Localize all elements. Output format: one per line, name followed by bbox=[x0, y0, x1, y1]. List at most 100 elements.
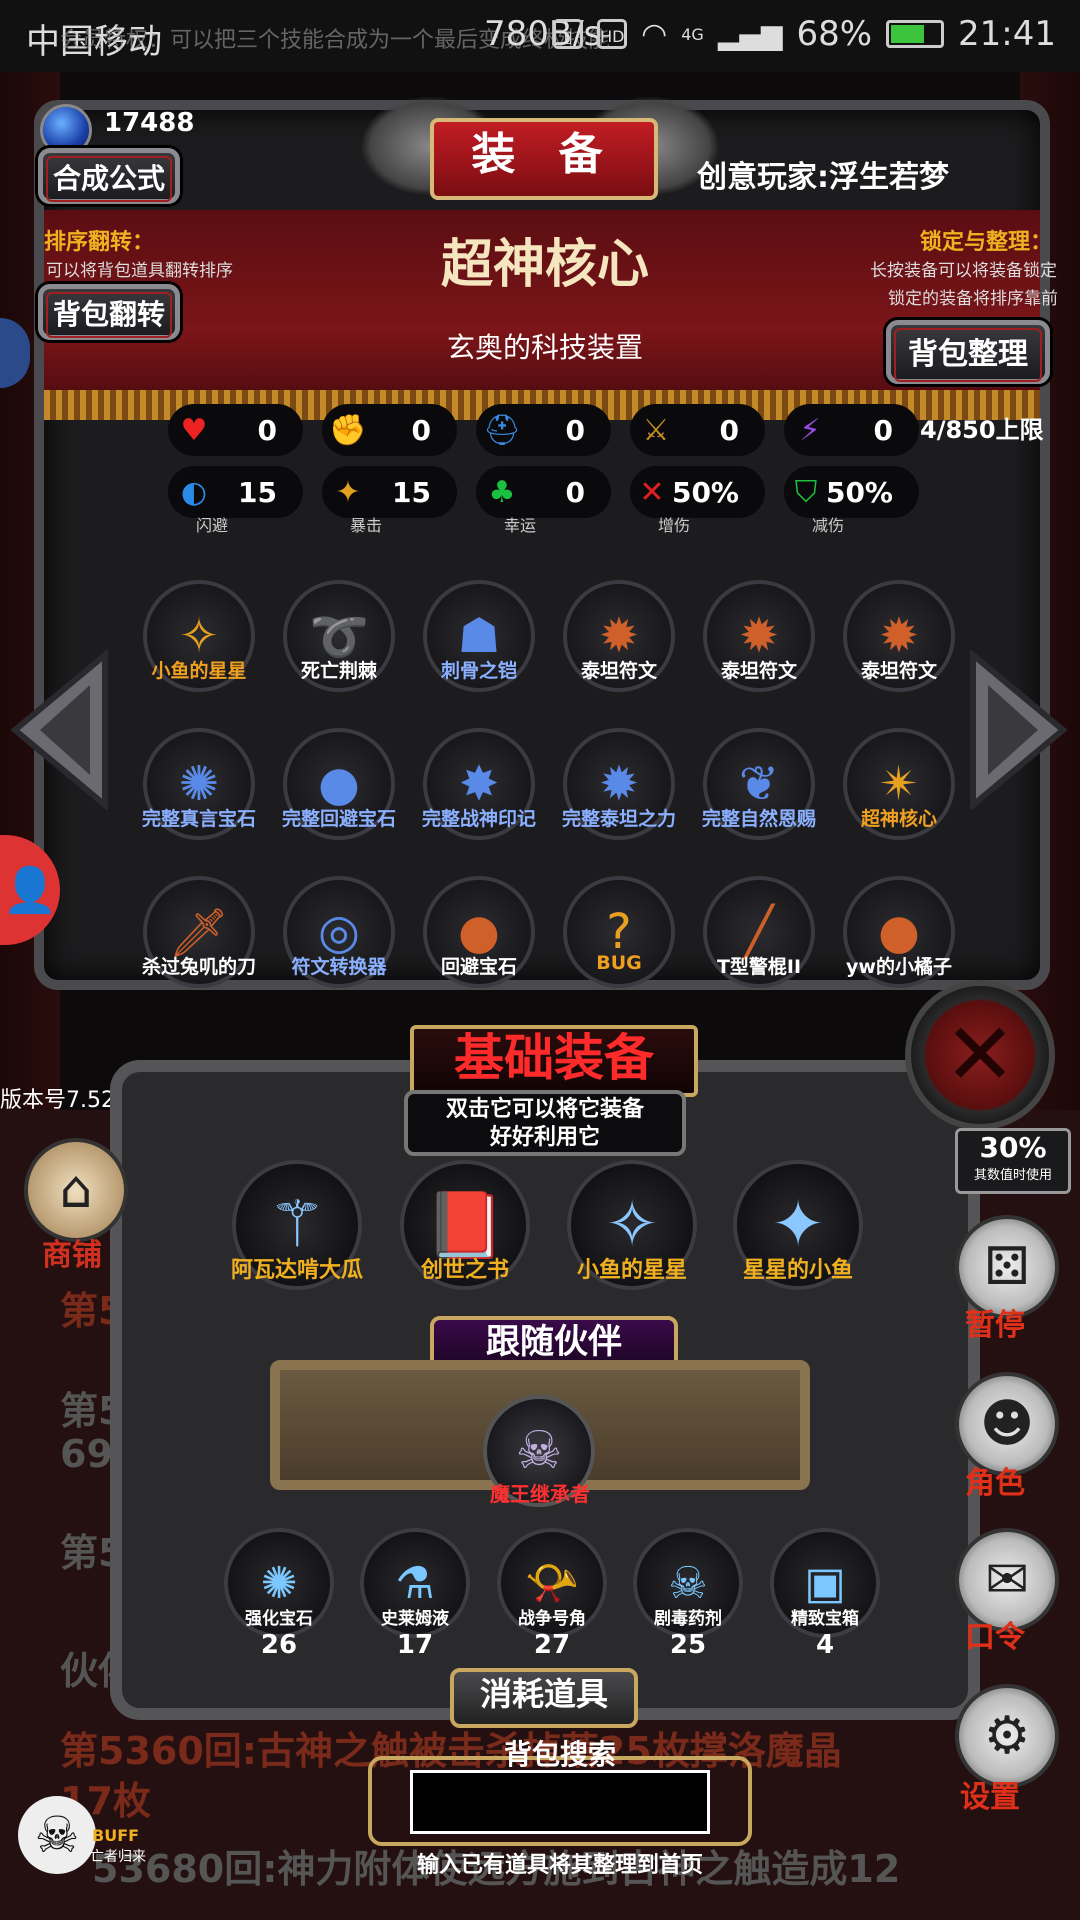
code-label: 口令 bbox=[965, 1620, 1025, 1655]
consumables-title: 消耗道具 bbox=[450, 1668, 638, 1728]
consumable-count: 26 bbox=[260, 1630, 298, 1660]
equip-label: 星星的小鱼 bbox=[742, 1258, 853, 1283]
signal-icon: ▂▄▆ bbox=[717, 17, 783, 51]
item-label: 杀过兔叽的刀 bbox=[141, 956, 256, 978]
arrow-right-icon bbox=[970, 648, 1068, 812]
speed-indicator[interactable]: 30% 其数值时使用 bbox=[955, 1128, 1071, 1194]
lock-hint-title: 锁定与整理： bbox=[920, 230, 1053, 255]
shop-button[interactable]: ⌂ bbox=[24, 1138, 128, 1242]
consumable-count: 27 bbox=[533, 1630, 571, 1660]
stat-value: 0 bbox=[257, 413, 277, 447]
character-label: 角色 bbox=[965, 1466, 1025, 1501]
stat-label: 暴击 bbox=[349, 516, 382, 535]
stat-pill: ♣ 0 幸运 bbox=[476, 466, 611, 535]
pause-label: 暂停 bbox=[965, 1308, 1025, 1343]
stat-pill: ⚡ 0 bbox=[784, 404, 919, 456]
panel-title: 装 备 bbox=[430, 118, 658, 200]
item-label: 泰坦符文 bbox=[720, 660, 797, 682]
stat-pill: ⚔ 0 bbox=[630, 404, 765, 456]
lightning-icon: ⚡ bbox=[799, 412, 821, 448]
equip-icon: ✦ bbox=[771, 1188, 825, 1262]
consumable-icon: ▣ bbox=[804, 1557, 846, 1609]
sword-icon: ⚔ bbox=[642, 412, 670, 448]
crit-icon: ✦ bbox=[335, 474, 361, 510]
prev-page-arrow[interactable] bbox=[10, 648, 110, 812]
selected-item-name: 超神核心 bbox=[440, 235, 649, 295]
sort-hint-text: 可以将背包道具翻转排序 bbox=[46, 261, 233, 281]
person-icon: 👤 bbox=[2, 865, 58, 916]
hood-icon: ☻ bbox=[979, 1394, 1035, 1454]
close-button[interactable]: ✕ bbox=[905, 980, 1055, 1130]
compose-formula-button[interactable]: 合成公式 bbox=[38, 148, 180, 204]
consumable-icon: ✺ bbox=[260, 1557, 298, 1609]
inventory-reverse-button[interactable]: 背包翻转 bbox=[38, 284, 180, 340]
battery-icon bbox=[886, 20, 945, 48]
status-bar: 中国移动 会员特权：可以把三个技能合成为一个最后变成终极技能 780B/s ▯ … bbox=[0, 0, 1080, 72]
settings-label: 设置 bbox=[960, 1780, 1020, 1815]
dice-icon: ⚄ bbox=[984, 1237, 1030, 1297]
stat-value: 0 bbox=[565, 475, 585, 509]
stat-value: 50% bbox=[671, 475, 739, 509]
damage-down-icon: ⛉ bbox=[794, 474, 818, 510]
item-label: 刺骨之铠 bbox=[440, 660, 517, 682]
inventory-capacity: 4/850上限 bbox=[920, 416, 1044, 444]
buff-sub: 亡者归来 bbox=[90, 1849, 146, 1865]
consumable-count: 4 bbox=[815, 1630, 835, 1660]
consumable-label: 史莱姆液 bbox=[381, 1609, 449, 1629]
arrow-left-icon bbox=[10, 648, 108, 812]
equip-label: 小鱼的星星 bbox=[576, 1258, 687, 1283]
helmet-icon: ⛑ bbox=[482, 412, 522, 448]
equip-icon: ✧ bbox=[605, 1188, 659, 1262]
inventory-search-input[interactable] bbox=[410, 1770, 710, 1834]
stat-label: 减伤 bbox=[811, 516, 844, 535]
stat-value: 0 bbox=[873, 413, 893, 447]
stat-label: 闪避 bbox=[195, 516, 228, 535]
stat-pill: ♥ 0 bbox=[168, 404, 303, 456]
inventory-organize-button[interactable]: 背包整理 bbox=[886, 320, 1050, 384]
shop-label: 商铺 bbox=[42, 1238, 102, 1273]
item-label: BUG bbox=[596, 952, 642, 974]
speed-value: 30% bbox=[979, 1131, 1047, 1164]
item-label: 完整真言宝石 bbox=[141, 808, 256, 830]
stat-pill: ✦ 15 暴击 bbox=[322, 466, 457, 535]
item-label: 超神核心 bbox=[860, 808, 937, 830]
stat-pill: ◐ 15 闪避 bbox=[168, 466, 303, 535]
version-label: 版本号7.52 bbox=[0, 1088, 115, 1113]
demon-heir-icon: ☠ bbox=[515, 1421, 563, 1481]
equip-label: 创世之书 bbox=[420, 1258, 509, 1283]
consumable-icon: ⚗ bbox=[395, 1557, 435, 1609]
consumable-count: 25 bbox=[669, 1630, 707, 1660]
gem-count: 17488 bbox=[104, 108, 195, 138]
item-label: 泰坦符文 bbox=[860, 660, 937, 682]
companion-name: 魔王继承者 bbox=[490, 1482, 590, 1506]
lock-hint-text: 锁定的装备将排序靠前 bbox=[888, 289, 1058, 309]
stat-value: 0 bbox=[719, 413, 739, 447]
heart-icon: ♥ bbox=[180, 412, 208, 448]
item-label: 完整战神印记 bbox=[421, 808, 536, 830]
item-label: T型警棍II bbox=[716, 956, 802, 978]
basic-equipment-hint: 双击它可以将它装备 好好利用它 bbox=[404, 1090, 686, 1156]
consumable-label: 战争号角 bbox=[518, 1609, 586, 1629]
buff-skull-icon[interactable]: ☠ bbox=[18, 1796, 96, 1874]
vibrate-icon: ▯ bbox=[553, 19, 584, 49]
clock: 21:41 bbox=[958, 14, 1056, 54]
item-label: 回避宝石 bbox=[440, 956, 517, 978]
speed-label: 其数值时使用 bbox=[973, 1168, 1052, 1183]
dodge-icon: ◐ bbox=[180, 474, 208, 510]
item-label: 完整泰坦之力 bbox=[561, 808, 676, 830]
stat-value: 0 bbox=[411, 413, 431, 447]
creator-label: 创意玩家:浮生若梦 bbox=[697, 160, 949, 195]
strength-icon: ✊ bbox=[329, 412, 367, 448]
consumable-icon: 📯 bbox=[524, 1558, 580, 1609]
stat-pill: ✕ 50% 增伤 bbox=[630, 466, 765, 535]
search-title: 背包搜索 bbox=[503, 1738, 616, 1771]
basic-equipment-title: 基础装备 bbox=[410, 1025, 698, 1097]
next-page-arrow[interactable] bbox=[968, 648, 1068, 812]
consumable-label: 精致宝箱 bbox=[791, 1609, 859, 1629]
stat-value: 15 bbox=[238, 475, 277, 509]
consumable-icon: ☠ bbox=[668, 1557, 708, 1609]
stat-value: 0 bbox=[565, 413, 585, 447]
stat-pill: ⛑ 0 bbox=[476, 404, 611, 456]
item-label: 小鱼的星星 bbox=[151, 660, 247, 682]
battery-percent: 68% bbox=[796, 14, 873, 54]
